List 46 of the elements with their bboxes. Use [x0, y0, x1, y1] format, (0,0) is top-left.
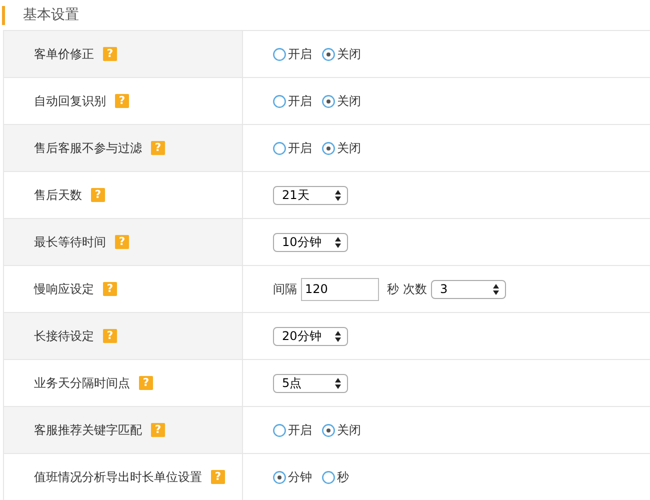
dropdown-arrows-icon: [335, 190, 341, 200]
setting-label: 客服推荐关键字匹配: [34, 422, 142, 439]
radio-label[interactable]: 关闭: [337, 139, 361, 157]
radio-unchecked[interactable]: [273, 142, 286, 154]
radio-label[interactable]: 秒: [337, 468, 349, 486]
radio-label[interactable]: 开启: [288, 139, 312, 157]
select-field[interactable]: 10分钟: [273, 232, 348, 252]
radio-checked[interactable]: [322, 142, 335, 154]
setting-label: 客单价修正: [34, 46, 94, 63]
interval-label: 间隔: [273, 281, 297, 298]
section-title: 基本设置: [23, 6, 79, 24]
setting-label: 值班情况分析导出时长单位设置: [34, 469, 202, 486]
select-field[interactable]: 21天: [273, 186, 348, 204]
setting-label: 业务天分隔时间点: [34, 375, 130, 392]
radio-unchecked[interactable]: [273, 94, 286, 108]
radio-unchecked[interactable]: [322, 470, 335, 484]
unit-label: 秒: [387, 281, 399, 298]
radio-label[interactable]: 关闭: [337, 421, 361, 439]
select-field[interactable]: 20分钟: [273, 326, 348, 346]
radio-label[interactable]: 开启: [288, 92, 312, 110]
dropdown-arrows-icon: [335, 378, 341, 388]
radio-label[interactable]: 分钟: [288, 468, 312, 486]
radio-label[interactable]: 关闭: [337, 92, 361, 110]
radio-unchecked[interactable]: [273, 48, 286, 60]
setting-label: 长接待设定: [34, 328, 94, 345]
radio-label[interactable]: 开启: [288, 421, 312, 439]
dropdown-arrows-icon: [335, 236, 341, 248]
radio-checked[interactable]: [322, 94, 335, 108]
dropdown-arrows-icon: [335, 330, 341, 342]
dropdown-arrows-icon: [493, 284, 499, 294]
setting-label: 售后客服不参与过滤: [34, 140, 142, 157]
radio-checked[interactable]: [273, 470, 286, 484]
radio-unchecked[interactable]: [273, 424, 286, 436]
radio-label[interactable]: 关闭: [337, 45, 361, 63]
radio-checked[interactable]: [322, 48, 335, 60]
setting-label: 最长等待时间: [34, 234, 106, 251]
setting-label: 售后天数: [34, 187, 82, 204]
radio-checked[interactable]: [322, 424, 335, 436]
interval-input-field[interactable]: 120: [301, 278, 379, 300]
radio-label[interactable]: 开启: [288, 45, 312, 63]
setting-label: 慢响应设定: [34, 281, 94, 298]
select-field[interactable]: 3: [431, 280, 506, 298]
count-label: 次数: [403, 281, 427, 298]
setting-label: 自动回复识别: [34, 93, 106, 110]
select-field[interactable]: 5点: [273, 374, 348, 392]
section-accent-bar: [2, 6, 5, 24]
